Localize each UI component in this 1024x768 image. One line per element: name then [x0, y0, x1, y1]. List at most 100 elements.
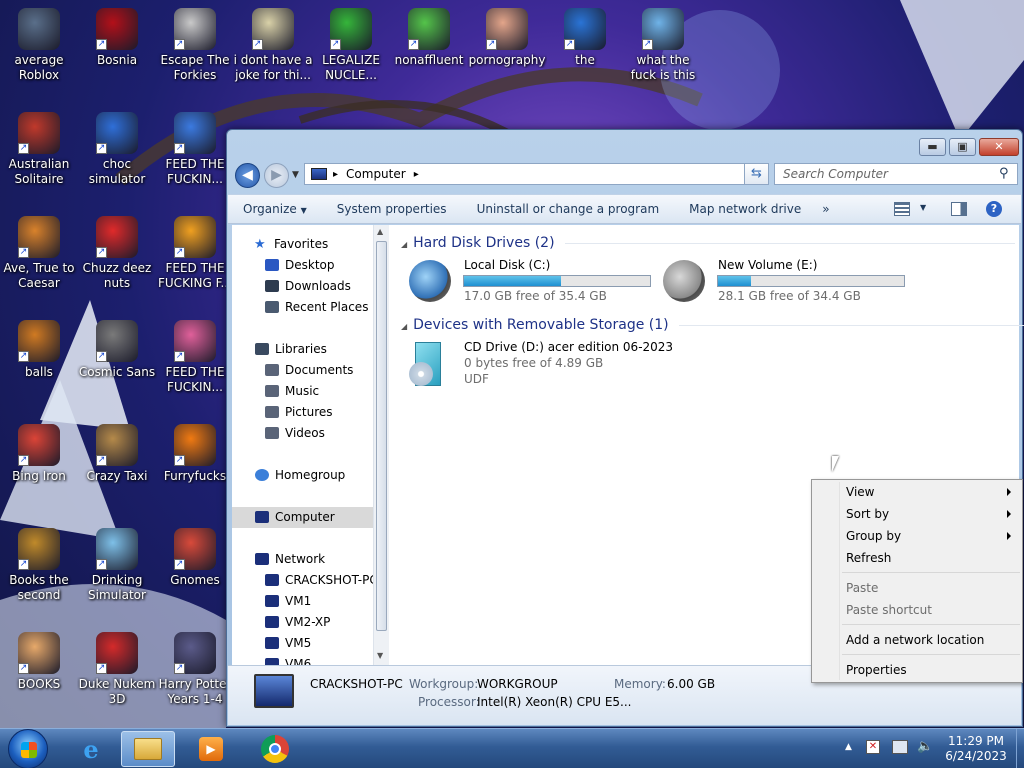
- desktop-icon[interactable]: ↗ Books the second: [0, 528, 79, 603]
- nav-network-computer[interactable]: VM2-XP: [232, 612, 386, 633]
- organize-menu[interactable]: Organize ▼: [228, 202, 322, 216]
- desktop-icon[interactable]: ↗ Cosmic Sans: [77, 320, 157, 380]
- nav-downloads[interactable]: Downloads: [232, 276, 386, 297]
- desktop-icon[interactable]: ↗ Bing Iron: [0, 424, 79, 484]
- desktop-icon[interactable]: ↗ BOOKS: [0, 632, 79, 692]
- breadcrumb-arrow-icon[interactable]: ▸: [414, 169, 419, 180]
- frog-icon: ↗: [408, 8, 450, 50]
- desktop-icon[interactable]: ↗ balls: [0, 320, 79, 380]
- desktop-icon[interactable]: ↗ Crazy Taxi: [77, 424, 157, 484]
- desktop-icon[interactable]: average Roblox player: [0, 8, 79, 83]
- drive-free-space: 0 bytes free of 4.89 GB: [464, 356, 604, 370]
- menu-item-refresh[interactable]: Refresh: [846, 551, 891, 565]
- desktop-icon[interactable]: ↗ Ave, True to Caesar: [0, 216, 79, 291]
- bosnia-icon: ↗: [96, 8, 138, 50]
- menu-item-paste[interactable]: Paste: [846, 581, 878, 595]
- desktop-icon[interactable]: ↗ FEED THE FUCKIN...: [155, 320, 235, 395]
- desktop-icon[interactable]: ↗ FEED THE FUCKING F...: [155, 216, 235, 291]
- start-button[interactable]: [8, 729, 48, 768]
- nav-network-computer[interactable]: VM5: [232, 633, 386, 654]
- recent-pages-dropdown[interactable]: ▼: [292, 170, 299, 180]
- workgroup-label: Workgroup:: [409, 677, 479, 691]
- nav-network-computer[interactable]: VM1: [232, 591, 386, 612]
- nav-network-computer[interactable]: CRACKSHOT-PC: [232, 570, 386, 591]
- navigation-pane-scrollbar[interactable]: ▲ ▼: [373, 225, 389, 665]
- computer-icon: [265, 658, 279, 665]
- uninstall-program-button[interactable]: Uninstall or change a program: [462, 202, 675, 216]
- map-network-drive-button[interactable]: Map network drive: [674, 202, 816, 216]
- shortcut-arrow-icon: ↗: [174, 39, 185, 50]
- nav-videos[interactable]: Videos: [232, 423, 386, 444]
- desktop-icon[interactable]: ↗ Australian Solitaire: [0, 112, 79, 187]
- breadcrumb-computer[interactable]: Computer: [346, 167, 406, 181]
- minimize-button[interactable]: ▬: [919, 138, 946, 156]
- desktop-icon[interactable]: ↗ Drinking Simulator: [77, 528, 157, 603]
- menu-item-sort-by[interactable]: Sort by: [846, 507, 889, 521]
- taskbar-media-player[interactable]: ▶: [184, 731, 238, 767]
- nav-favorites[interactable]: ★ Favorites: [232, 234, 386, 255]
- drive-item[interactable]: Local Disk (C:) 17.0 GB free of 35.4 GB: [407, 258, 651, 304]
- hard-disk-drives-group[interactable]: ◢ Hard Disk Drives (2): [401, 235, 1015, 251]
- desktop-icon[interactable]: ↗ i dont have a joke for thi...: [233, 8, 313, 83]
- help-icon[interactable]: ?: [986, 201, 1002, 217]
- volume-muted-icon[interactable]: 🔈: [917, 739, 933, 754]
- scroll-up-arrow-icon[interactable]: ▲: [377, 227, 383, 236]
- desktop-icon[interactable]: ↗ Furryfucks: [155, 424, 235, 484]
- menu-item-view[interactable]: View: [846, 485, 874, 499]
- system-clock[interactable]: 11:29 PM 6/24/2023: [936, 734, 1016, 764]
- desktop-icon[interactable]: ↗ what the fuck is this: [623, 8, 703, 83]
- menu-item-add-network-location[interactable]: Add a network location: [846, 633, 984, 647]
- computer-monitor-icon: [254, 674, 294, 708]
- preview-pane-icon[interactable]: [951, 202, 967, 216]
- nav-network[interactable]: Network: [232, 549, 386, 570]
- menu-item-group-by[interactable]: Group by: [846, 529, 901, 543]
- desktop-icon[interactable]: ↗ Duke Nukem 3D: [77, 632, 157, 707]
- desktop-icon[interactable]: ↗ Chuzz deez nuts: [77, 216, 157, 291]
- scroll-down-arrow-icon[interactable]: ▼: [377, 651, 383, 660]
- desktop-icon[interactable]: ↗ Gnomes: [155, 528, 235, 588]
- desktop-icon[interactable]: ↗ the: [545, 8, 625, 68]
- scroll-thumb[interactable]: [376, 241, 387, 631]
- back-button[interactable]: ◀: [235, 163, 260, 188]
- nav-pictures[interactable]: Pictures: [232, 402, 386, 423]
- action-center-icon[interactable]: ✕: [866, 740, 880, 754]
- desktop-icon[interactable]: ↗ pornography: [467, 8, 547, 68]
- desktop-icon[interactable]: ↗ Escape The Forkies: [155, 8, 235, 83]
- chevron-down-icon[interactable]: ▼: [920, 203, 926, 212]
- nav-recent-places[interactable]: Recent Places: [232, 297, 386, 318]
- system-properties-button[interactable]: System properties: [322, 202, 462, 216]
- taskbar-windows-explorer[interactable]: [121, 731, 175, 767]
- desktop-icon[interactable]: ↗ choc simulator: [77, 112, 157, 187]
- network-status-icon[interactable]: [892, 740, 908, 754]
- show-hidden-icons-button[interactable]: ▲: [845, 742, 852, 752]
- address-bar[interactable]: ▸ Computer ▸ ▼: [304, 163, 769, 185]
- desktop-icon[interactable]: ↗ LEGALIZE NUCLE...: [311, 8, 391, 83]
- cd-drive-item[interactable]: CD Drive (D:) acer edition 06-2023 0 byt…: [407, 340, 687, 390]
- desktop-icon[interactable]: ↗ Harry Potter Years 1-4: [155, 632, 235, 707]
- desktop-icon[interactable]: ↗ nonaffluent: [389, 8, 469, 68]
- nav-music[interactable]: Music: [232, 381, 386, 402]
- desktop-icon[interactable]: ↗ Bosnia: [77, 8, 157, 68]
- nav-label: Recent Places: [285, 300, 369, 314]
- show-desktop-button[interactable]: [1016, 729, 1024, 768]
- menu-item-properties[interactable]: Properties: [846, 663, 907, 677]
- taskbar-internet-explorer[interactable]: e: [64, 731, 118, 767]
- more-commands-button[interactable]: »: [816, 202, 835, 216]
- taskbar-chrome[interactable]: [248, 731, 302, 767]
- nav-libraries[interactable]: Libraries: [232, 339, 386, 360]
- nav-documents[interactable]: Documents: [232, 360, 386, 381]
- search-input[interactable]: Search Computer: [774, 163, 1018, 185]
- drive-item[interactable]: New Volume (E:) 28.1 GB free of 34.4 GB: [661, 258, 911, 304]
- nav-homegroup[interactable]: Homegroup: [232, 465, 386, 486]
- refresh-button[interactable]: ⇆: [744, 163, 769, 185]
- change-view-button[interactable]: [894, 202, 910, 216]
- nav-desktop[interactable]: Desktop: [232, 255, 386, 276]
- desktop-icon[interactable]: ↗ FEED THE FUCKIN...: [155, 112, 235, 187]
- nav-computer[interactable]: Computer: [232, 507, 378, 528]
- nav-network-computer[interactable]: VM6: [232, 654, 386, 665]
- forward-button[interactable]: ▶: [264, 163, 289, 188]
- maximize-button[interactable]: ▣: [949, 138, 976, 156]
- close-button[interactable]: ✕: [979, 138, 1019, 156]
- removable-storage-group[interactable]: ◢ Devices with Removable Storage (1): [401, 317, 1024, 333]
- menu-item-paste-shortcut[interactable]: Paste shortcut: [846, 603, 932, 617]
